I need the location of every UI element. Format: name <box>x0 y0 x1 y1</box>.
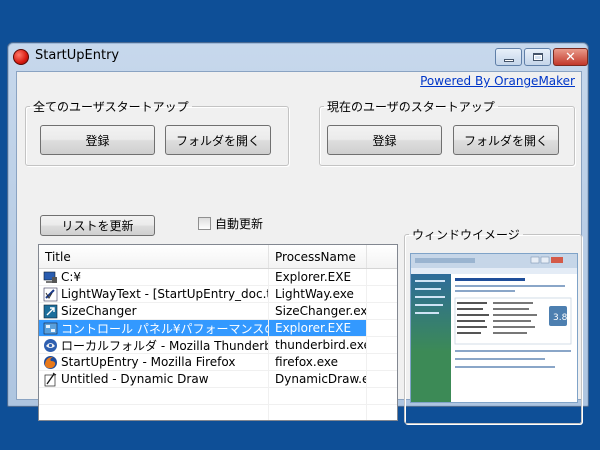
close-icon: ✕ <box>565 49 576 65</box>
thunderbird-icon <box>43 338 58 353</box>
process-name-cell: Explorer.EXE <box>269 320 367 336</box>
all-users-open-folder-button[interactable]: フォルダを開く <box>165 125 271 155</box>
title-bar[interactable]: StartUpEntry ✕ <box>8 43 588 71</box>
process-name-cell: LightWay.exe <box>269 286 367 302</box>
window-list[interactable]: Title ProcessName C:¥ Explorer.EXE LightWa… <box>38 244 398 421</box>
window-thumbnail-image: 3.8 <box>411 254 577 402</box>
all-users-register-button[interactable]: 登録 <box>40 125 155 155</box>
row-title: StartUpEntry - Mozilla Firefox <box>61 355 236 369</box>
maximize-button[interactable] <box>524 48 551 66</box>
title-cell: C:¥ <box>39 269 269 285</box>
window-title: StartUpEntry <box>35 48 120 63</box>
client-area: Powered By OrangeMaker 全てのユーザスタートアップ 登録 … <box>16 71 582 424</box>
refresh-list-button[interactable]: リストを更新 <box>40 215 155 236</box>
powered-by-link[interactable]: Powered By OrangeMaker <box>420 74 575 88</box>
current-user-startup-legend: 現在のユーザのスタートアップ <box>327 100 495 114</box>
row-title: C:¥ <box>61 270 82 284</box>
row-title: ローカルフォルダ - Mozilla Thunderbird <box>61 338 269 353</box>
row-title: コントロール パネル¥パフォーマンスの情報... <box>61 321 268 336</box>
table-row[interactable]: SizeChanger SizeChanger.exe <box>39 303 397 320</box>
row-title: SizeChanger <box>61 304 137 318</box>
table-row[interactable]: Untitled - Dynamic Draw DynamicDraw.exe <box>39 371 397 388</box>
table-row[interactable]: StartUpEntry - Mozilla Firefox firefox.ex… <box>39 354 397 371</box>
empty-row <box>39 405 397 420</box>
sizechanger-icon <box>43 304 58 319</box>
dynamicdraw-icon <box>43 372 58 387</box>
title-cell: コントロール パネル¥パフォーマンスの情報... <box>39 320 269 336</box>
auto-update-checkbox[interactable] <box>198 217 211 230</box>
row-title: LightWayText - [StartUpEntry_doc.txt] <box>61 287 269 301</box>
app-icon <box>13 49 29 65</box>
process-name-cell: DynamicDraw.exe <box>269 371 367 387</box>
list-header: Title ProcessName <box>39 245 397 269</box>
process-name-cell: SizeChanger.exe <box>269 303 367 319</box>
empty-cell <box>269 388 367 404</box>
lightway-icon <box>43 287 58 302</box>
all-users-startup-legend: 全てのユーザスタートアップ <box>33 100 189 114</box>
table-row[interactable]: コントロール パネル¥パフォーマンスの情報...Explorer.EXE <box>39 320 397 337</box>
close-button[interactable]: ✕ <box>553 48 588 66</box>
title-cell: SizeChanger <box>39 303 269 319</box>
svg-text:3.8: 3.8 <box>553 313 568 323</box>
computer-icon <box>43 270 58 285</box>
column-header-filler <box>367 245 397 268</box>
table-row[interactable]: C:¥ Explorer.EXE <box>39 269 397 286</box>
process-name-cell: firefox.exe <box>269 354 367 370</box>
minimize-button[interactable] <box>495 48 522 66</box>
current-user-register-button[interactable]: 登録 <box>327 125 442 155</box>
title-cell: StartUpEntry - Mozilla Firefox <box>39 354 269 370</box>
title-cell: LightWayText - [StartUpEntry_doc.txt] <box>39 286 269 302</box>
empty-cell <box>269 405 367 420</box>
auto-update-option[interactable]: 自動更新 <box>198 215 263 232</box>
title-cell: ローカルフォルダ - Mozilla Thunderbird <box>39 337 269 353</box>
auto-update-label: 自動更新 <box>215 217 264 231</box>
table-row[interactable]: ローカルフォルダ - Mozilla Thunderbird thunderbir… <box>39 337 397 354</box>
row-title: Untitled - Dynamic Draw <box>61 372 209 386</box>
current-user-open-folder-button[interactable]: フォルダを開く <box>453 125 559 155</box>
firefox-icon <box>43 355 58 370</box>
empty-cell <box>39 388 269 404</box>
title-cell: Untitled - Dynamic Draw <box>39 371 269 387</box>
control-panel-icon <box>43 321 58 336</box>
list-rows: C:¥ Explorer.EXE LightWayText - [StartUpEn… <box>39 269 397 420</box>
window-image-legend: ウィンドウイメージ <box>412 228 520 242</box>
maximize-icon <box>532 53 543 61</box>
column-header-title[interactable]: Title <box>39 245 269 268</box>
process-name-cell: thunderbird.exe <box>269 337 367 353</box>
app-window: StartUpEntry ✕ Powered By OrangeMaker 全て… <box>7 42 589 424</box>
minimize-icon <box>503 58 514 62</box>
window-image-preview: 3.8 <box>410 253 578 403</box>
column-header-process-name[interactable]: ProcessName <box>269 245 367 268</box>
process-name-cell: Explorer.EXE <box>269 269 367 285</box>
empty-cell <box>39 405 269 420</box>
table-row[interactable]: LightWayText - [StartUpEntry_doc.txt] Lig… <box>39 286 397 303</box>
empty-row <box>39 388 397 405</box>
